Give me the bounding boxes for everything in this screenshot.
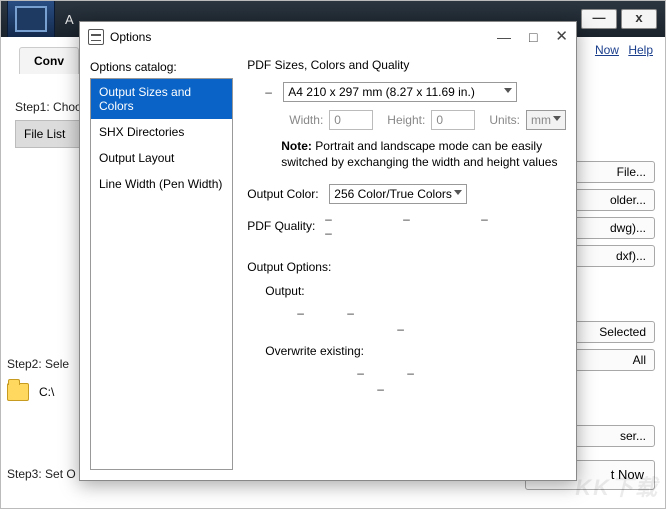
main-close-button[interactable]: x [621,9,657,29]
chevron-down-icon [553,116,561,121]
catalog-item-linewidth[interactable]: Line Width (Pen Width) [91,171,232,197]
dash-icon: – [265,85,283,99]
width-input[interactable]: 0 [329,110,373,130]
catalog-item-layout[interactable]: Output Layout [91,145,232,171]
options-close-button[interactable]: ✕ [555,30,568,44]
output-placeholder: – – [247,306,566,320]
pdf-sizes-title: PDF Sizes, Colors and Quality [247,58,566,72]
app-icon [7,0,55,39]
options-titlebar: Options — □ ✕ [80,22,576,52]
catalog-item-shx[interactable]: SHX Directories [91,119,232,145]
output-placeholder-2: – [247,322,566,336]
link-now[interactable]: Now [595,43,619,57]
output-label: Output: [247,284,566,298]
pdf-quality-placeholder: – – – – [319,212,566,240]
paper-size-select[interactable]: A4 210 x 297 mm (8.27 x 11.69 in.) [283,82,517,102]
chevron-down-icon [504,88,512,93]
output-color-select[interactable]: 256 Color/True Colors [329,184,467,204]
pdf-quality-label: PDF Quality: [247,219,319,233]
options-dialog: Options — □ ✕ Options catalog: Output Si… [79,21,577,481]
link-help[interactable]: Help [628,43,653,57]
settings-panel: PDF Sizes, Colors and Quality – A4 210 x… [233,58,566,470]
output-path: C:\ [39,385,54,399]
overwrite-placeholder-2: – [247,382,566,396]
main-minimize-button[interactable]: — [581,9,617,29]
app-title: A [65,12,74,27]
overwrite-placeholder: – – [247,366,566,380]
chevron-down-icon [454,190,462,195]
options-icon [88,29,104,45]
catalog-list: Output Sizes and Colors SHX Directories … [90,78,233,470]
output-options-title: Output Options: [247,260,566,274]
paper-size-value: A4 210 x 297 mm (8.27 x 11.69 in.) [288,85,475,99]
options-maximize-button[interactable]: □ [529,30,537,44]
options-title: Options [110,30,151,44]
height-input[interactable]: 0 [431,110,475,130]
folder-icon [7,383,29,401]
note-text: Note: Portrait and landscape mode can be… [247,138,566,170]
units-label: Units: [489,113,520,127]
catalog-label: Options catalog: [90,58,233,78]
step3-label: Step3: Set O [7,467,76,481]
options-minimize-button[interactable]: — [497,30,511,44]
output-color-label: Output Color: [247,187,329,201]
step2-label: Step2: Sele [7,357,69,371]
overwrite-label: Overwrite existing: [247,344,566,358]
filelist-header: File List [15,120,87,148]
tab-convert[interactable]: Conv [19,47,79,74]
catalog-item-output-sizes[interactable]: Output Sizes and Colors [91,79,232,119]
height-label: Height: [387,113,425,127]
units-select[interactable]: mm [526,110,566,130]
width-label: Width: [289,113,323,127]
